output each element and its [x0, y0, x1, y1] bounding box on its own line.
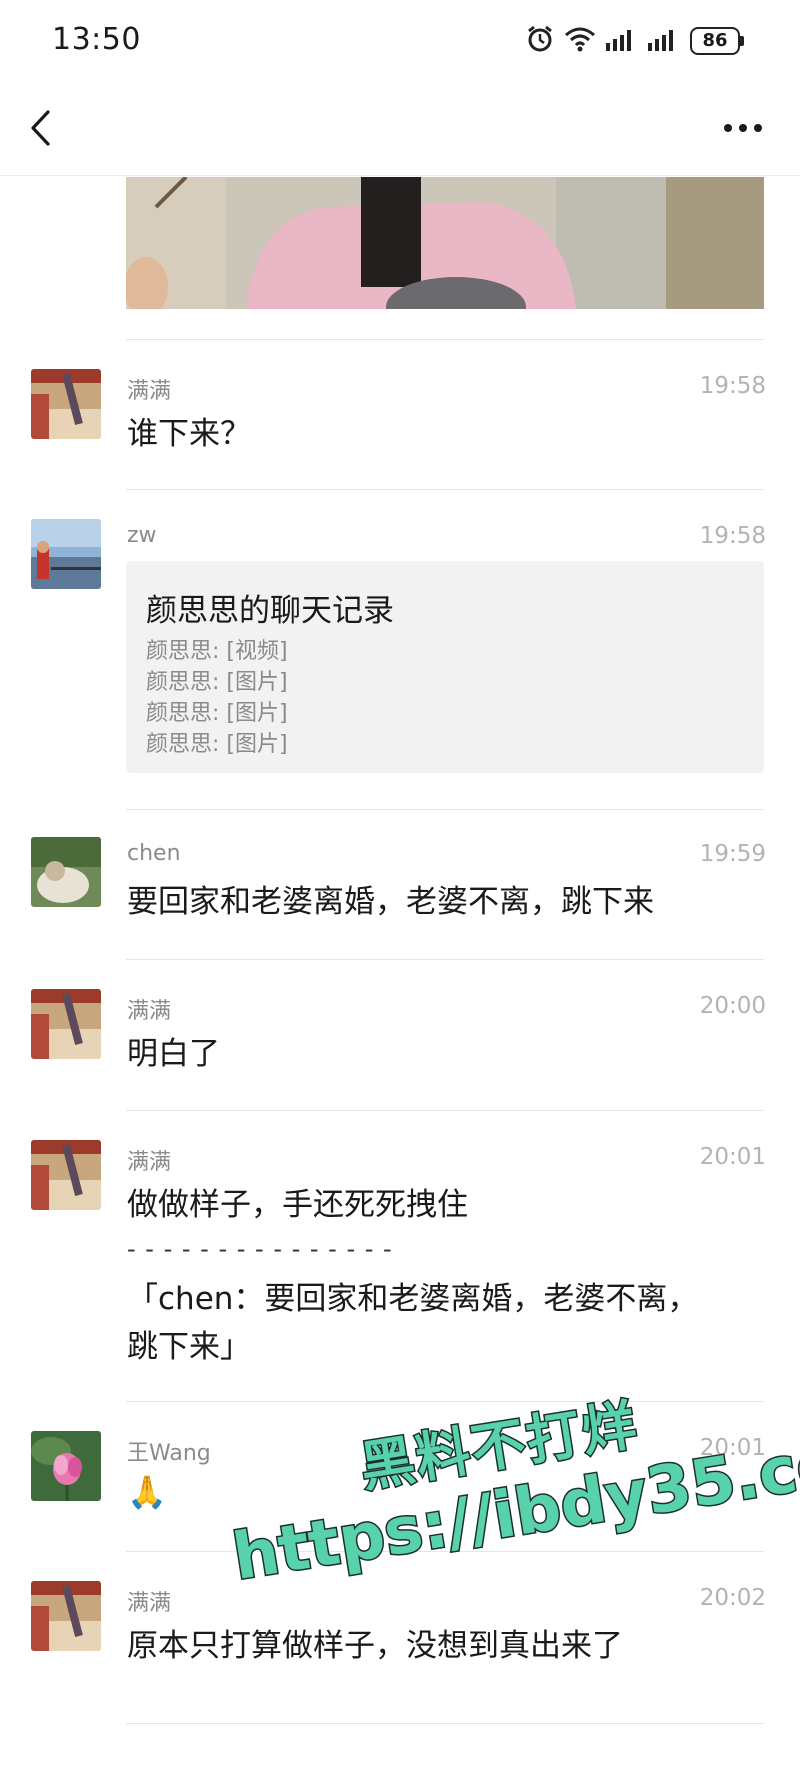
- message-item[interactable]: zw 19:58 颜思思的聊天记录 颜思思: [视频] 颜思思: [图片] 颜思…: [0, 519, 800, 779]
- message-time: 19:58: [699, 373, 766, 399]
- back-button[interactable]: [20, 104, 68, 152]
- sender-name: 满满: [127, 1591, 172, 1616]
- divider: [126, 339, 764, 340]
- message-time: 19:59: [699, 841, 766, 867]
- more-dots-icon: [724, 124, 762, 132]
- message-time: 20:01: [699, 1435, 766, 1461]
- more-button[interactable]: [716, 106, 770, 150]
- message-time: 20:00: [699, 993, 766, 1019]
- quote-separator: - - - - - - - - - - - - - - -: [127, 1235, 393, 1263]
- sender-name: 满满: [127, 999, 172, 1024]
- message-item[interactable]: 王Wang 20:01 🙏: [0, 1431, 800, 1561]
- chat-record-line: 颜思思: [视频]: [146, 639, 288, 664]
- divider: [126, 959, 764, 960]
- image-message[interactable]: [126, 177, 764, 309]
- message-item[interactable]: 满满 20:02 原本只打算做样子，没想到真出来了: [0, 1581, 800, 1711]
- avatar[interactable]: [31, 1140, 101, 1210]
- quoted-message[interactable]: 「chen：要回家和老婆离婚，老婆不离，: [127, 1276, 767, 1323]
- chat-record-line: 颜思思: [图片]: [146, 670, 288, 695]
- divider: [126, 1723, 764, 1724]
- chat-history: 满满 19:58 谁下来？ zw 19:58 颜思思的聊天记录 颜思思: [视频…: [0, 177, 800, 1780]
- divider: [126, 1110, 764, 1111]
- wifi-icon: [564, 26, 596, 56]
- divider: [126, 1551, 764, 1552]
- praying-hands-emoji: 🙏: [127, 1473, 167, 1511]
- battery-icon: 86: [690, 27, 744, 55]
- signal-icon: [648, 27, 680, 55]
- sender-name: 满满: [127, 1150, 172, 1175]
- status-time: 13:50: [52, 22, 141, 57]
- chat-record-line: 颜思思: [图片]: [146, 701, 288, 726]
- sender-name: 满满: [127, 379, 172, 404]
- chat-record-line: 颜思思: [图片]: [146, 732, 288, 757]
- message-text: 原本只打算做样子，没想到真出来了: [127, 1628, 623, 1664]
- avatar[interactable]: [31, 1581, 101, 1651]
- chevron-left-icon: [31, 110, 50, 146]
- avatar[interactable]: [31, 989, 101, 1059]
- avatar[interactable]: [31, 837, 101, 907]
- message-time: 19:58: [699, 523, 766, 549]
- divider: [126, 1401, 764, 1402]
- message-item[interactable]: 满满 20:00 明白了: [0, 989, 800, 1119]
- message-text: 做做样子，手还死死拽住: [127, 1187, 468, 1223]
- status-bar: 13:50 86: [0, 0, 800, 84]
- message-text: 谁下来？: [127, 416, 251, 452]
- avatar[interactable]: [31, 369, 101, 439]
- message-time: 20:01: [699, 1144, 766, 1170]
- divider: [126, 809, 764, 810]
- signal-icon: [606, 27, 638, 55]
- message-time: 20:02: [699, 1585, 766, 1611]
- message-text: 要回家和老婆离婚，老婆不离，跳下来: [127, 884, 654, 920]
- sender-name: 王Wang: [127, 1441, 211, 1466]
- alarm-icon: [526, 25, 554, 57]
- quoted-message-cont[interactable]: 跳下来」: [127, 1324, 767, 1371]
- message-text: 明白了: [127, 1036, 220, 1072]
- message-item[interactable]: 满满 20:01 做做样子，手还死死拽住 - - - - - - - - - -…: [0, 1140, 800, 1390]
- message-item[interactable]: 满满 19:58 谁下来？: [0, 369, 800, 499]
- sender-name: zw: [127, 523, 157, 548]
- divider: [126, 489, 764, 490]
- battery-level: 86: [690, 27, 740, 55]
- nav-bar: [0, 84, 800, 176]
- avatar[interactable]: [31, 1431, 101, 1501]
- chat-record-title: 颜思思的聊天记录: [146, 593, 394, 629]
- sender-name: chen: [127, 841, 181, 866]
- message-item[interactable]: chen 19:59 要回家和老婆离婚，老婆不离，跳下来: [0, 837, 800, 967]
- status-icons: 86: [526, 24, 744, 58]
- chat-record-card[interactable]: 颜思思的聊天记录 颜思思: [视频] 颜思思: [图片] 颜思思: [图片] 颜…: [126, 561, 764, 773]
- avatar[interactable]: [31, 519, 101, 589]
